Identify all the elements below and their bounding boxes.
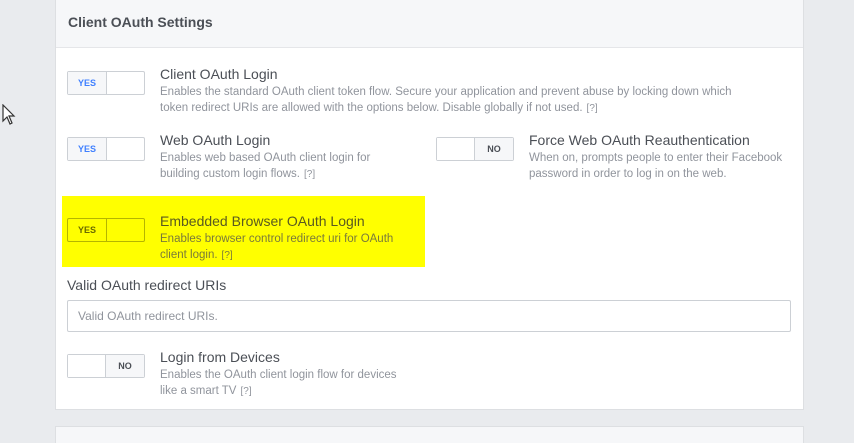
toggle-state-label: YES <box>68 138 107 160</box>
setting-login-from-devices: NO Login from Devices Enables the OAuth … <box>67 349 407 404</box>
embedded-browser-oauth-login-toggle[interactable]: YES <box>67 218 145 242</box>
redirect-uris-label: Valid OAuth redirect URIs <box>67 277 227 293</box>
toggle-state-label: YES <box>68 72 107 94</box>
setting-title: Client OAuth Login <box>160 66 278 82</box>
help-link[interactable]: [?] <box>304 169 315 180</box>
setting-description: Enables the OAuth client login flow for … <box>160 369 397 397</box>
setting-description: When on, prompts people to enter their F… <box>529 152 783 180</box>
setting-force-web-oauth-reauth: NO Force Web OAuth Reauthentication When… <box>436 132 796 197</box>
setting-title: Embedded Browser OAuth Login <box>160 213 365 229</box>
help-link[interactable]: [?] <box>222 250 233 261</box>
mouse-cursor-icon <box>2 104 16 125</box>
client-oauth-login-toggle[interactable]: YES <box>67 71 145 95</box>
setting-title: Force Web OAuth Reauthentication <box>529 132 750 148</box>
login-from-devices-toggle[interactable]: NO <box>67 354 145 378</box>
toggle-state-label: YES <box>68 219 107 241</box>
card-title: Client OAuth Settings <box>68 14 213 30</box>
setting-description: Enables browser control redirect uri for… <box>160 233 394 261</box>
setting-title: Web OAuth Login <box>160 132 271 148</box>
redirect-uris-input[interactable] <box>67 300 791 332</box>
toggle-state-label: NO <box>105 355 144 377</box>
help-link[interactable]: [?] <box>587 103 598 114</box>
force-web-oauth-reauth-toggle[interactable]: NO <box>436 137 514 161</box>
setting-description: Enables web based OAuth client login for… <box>160 152 371 180</box>
setting-web-oauth-login: YES Web OAuth Login Enables web based OA… <box>67 132 407 187</box>
setting-description: Enables the standard OAuth client token … <box>160 86 732 114</box>
setting-embedded-browser-oauth-login: YES Embedded Browser OAuth Login Enables… <box>67 213 407 268</box>
setting-client-oauth-login: YES Client OAuth Login Enables the stand… <box>67 66 757 121</box>
toggle-state-label: NO <box>474 138 513 160</box>
web-oauth-login-toggle[interactable]: YES <box>67 137 145 161</box>
next-settings-card <box>55 426 804 443</box>
card-header: Client OAuth Settings <box>56 0 803 48</box>
help-link[interactable]: [?] <box>240 386 251 397</box>
setting-title: Login from Devices <box>160 349 280 365</box>
